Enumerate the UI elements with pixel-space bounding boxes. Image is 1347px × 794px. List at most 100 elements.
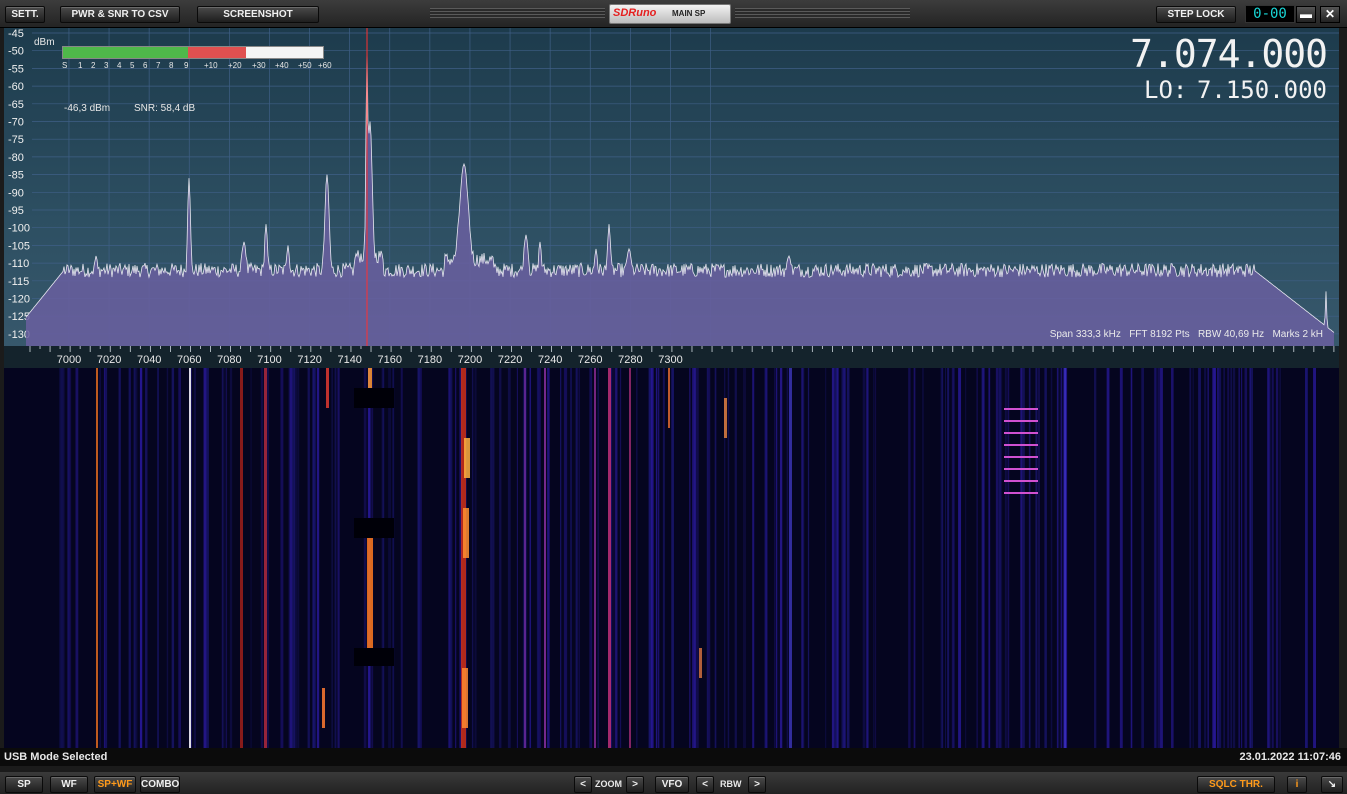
waterfall-noise bbox=[474, 368, 477, 748]
waterfall-signal bbox=[240, 368, 243, 748]
vfo-button[interactable]: VFO bbox=[655, 776, 689, 793]
spwf-mode-button[interactable]: SP+WF bbox=[94, 776, 136, 793]
smeter-bar bbox=[62, 46, 324, 59]
zoom-in-button[interactable]: > bbox=[626, 776, 644, 793]
waterfall-noise bbox=[334, 368, 337, 748]
wf-mode-button[interactable]: WF bbox=[50, 776, 88, 793]
waterfall-noise bbox=[636, 368, 638, 748]
waterfall-display[interactable] bbox=[4, 368, 1339, 748]
waterfall-noise bbox=[1275, 368, 1279, 748]
waterfall-signal bbox=[1064, 368, 1066, 748]
waterfall-noise bbox=[225, 368, 228, 748]
rbw-increase-button[interactable]: > bbox=[748, 776, 766, 793]
waterfall-noise bbox=[1238, 368, 1240, 748]
waterfall-noise bbox=[689, 368, 691, 748]
waterfall-noise bbox=[135, 368, 138, 748]
waterfall-noise bbox=[203, 368, 207, 748]
waterfall-noise bbox=[1028, 368, 1031, 748]
waterfall-noise bbox=[1227, 368, 1230, 748]
waterfall-noise bbox=[68, 368, 72, 748]
waterfall-signal bbox=[629, 368, 631, 748]
y-tick-label: -105 bbox=[8, 240, 30, 252]
waterfall-noise bbox=[388, 368, 392, 748]
waterfall-noise bbox=[831, 368, 835, 748]
sqlc-threshold-button[interactable]: SQLC THR. bbox=[1197, 776, 1275, 793]
marks-info: Marks 2 kH bbox=[1272, 329, 1323, 340]
waterfall-noise bbox=[1313, 368, 1317, 748]
spectrum-plot[interactable]: -45 -50 -55 -60 -65 -70 -75 -80 -85 -90 -95 -100 -10… bbox=[4, 28, 1339, 348]
step-display[interactable]: 0-00 bbox=[1245, 5, 1295, 23]
waterfall-noise bbox=[280, 368, 284, 748]
rbw-decrease-button[interactable]: < bbox=[696, 776, 714, 793]
screenshot-button[interactable]: SCREENSHOT bbox=[197, 6, 319, 23]
waterfall-noise bbox=[691, 368, 695, 748]
waterfall-noise bbox=[499, 368, 502, 748]
spectrum-display[interactable]: -45 -50 -55 -60 -65 -70 -75 -80 -85 -90 -95 -100 -10… bbox=[4, 28, 1339, 348]
waterfall-noise bbox=[1279, 368, 1282, 748]
minimize-icon[interactable]: ▬ bbox=[1296, 6, 1316, 23]
close-icon[interactable]: ✕ bbox=[1320, 6, 1340, 23]
waterfall-noise bbox=[1050, 368, 1053, 748]
waterfall-noise bbox=[206, 368, 209, 748]
x-tick-label: 7000 bbox=[57, 354, 81, 366]
waterfall-noise bbox=[734, 368, 737, 748]
waterfall-noise bbox=[316, 368, 320, 748]
waterfall-noise bbox=[1244, 368, 1248, 748]
waterfall-noise bbox=[619, 368, 622, 748]
pwr-snr-csv-button[interactable]: PWR & SNR TO CSV bbox=[60, 6, 180, 23]
zoom-out-button[interactable]: < bbox=[574, 776, 592, 793]
waterfall-noise bbox=[491, 368, 495, 748]
lo-frequency[interactable]: 7.150.000 bbox=[1197, 76, 1327, 104]
waterfall-noise bbox=[297, 368, 300, 748]
waterfall-noise bbox=[1214, 368, 1216, 748]
waterfall-noise bbox=[292, 368, 296, 748]
waterfall-noise bbox=[998, 368, 1001, 748]
waterfall-noise bbox=[1198, 368, 1201, 748]
waterfall-noise bbox=[775, 368, 777, 748]
combo-mode-button[interactable]: COMBO bbox=[140, 776, 180, 793]
waterfall-noise bbox=[118, 368, 121, 748]
y-tick-label: -55 bbox=[8, 63, 24, 75]
waterfall-noise bbox=[61, 368, 65, 748]
waterfall-noise bbox=[1004, 368, 1007, 748]
vfo-frequency[interactable]: 7.074.000 bbox=[1130, 32, 1328, 76]
smeter-label: +20 bbox=[228, 61, 242, 70]
step-lock-button[interactable]: STEP LOCK bbox=[1156, 6, 1236, 23]
waterfall-noise bbox=[612, 368, 614, 748]
waterfall-noise bbox=[958, 368, 962, 748]
waterfall-noise bbox=[615, 368, 618, 748]
waterfall-dash bbox=[1004, 456, 1038, 458]
snr-readout: SNR: 58,4 dB bbox=[134, 103, 196, 114]
waterfall-noise bbox=[171, 368, 175, 748]
smeter-red bbox=[188, 47, 246, 58]
x-tick-label: 7220 bbox=[498, 354, 522, 366]
waterfall-noise bbox=[289, 368, 293, 748]
waterfall-noise bbox=[331, 368, 334, 748]
waterfall-noise bbox=[696, 368, 699, 748]
waterfall-noise bbox=[267, 368, 269, 748]
waterfall-noise bbox=[1204, 368, 1207, 748]
resize-icon[interactable]: ↘ bbox=[1321, 776, 1343, 793]
x-tick-label: 7240 bbox=[538, 354, 562, 366]
smeter-label: +40 bbox=[275, 61, 289, 70]
waterfall-signal bbox=[724, 398, 727, 438]
frequency-axis[interactable]: 7000 7020 7040 7060 7080 7100 7120 7140 7160 7180… bbox=[4, 346, 1339, 368]
drag-grip-left[interactable] bbox=[430, 8, 605, 18]
waterfall-noise bbox=[575, 368, 578, 748]
waterfall-noise bbox=[976, 368, 978, 748]
waterfall-noise bbox=[1192, 368, 1194, 748]
waterfall-signal bbox=[326, 368, 329, 408]
waterfall-noise bbox=[539, 368, 541, 748]
fft-info: FFT 8192 Pts bbox=[1129, 329, 1190, 340]
info-button[interactable]: i bbox=[1287, 776, 1307, 793]
drag-grip-right[interactable] bbox=[735, 8, 910, 18]
x-tick-label: 7180 bbox=[418, 354, 442, 366]
waterfall-noise bbox=[913, 368, 916, 748]
smeter-label: 8 bbox=[169, 61, 174, 70]
waterfall-noise bbox=[875, 368, 877, 748]
sp-mode-button[interactable]: SP bbox=[5, 776, 43, 793]
settings-button[interactable]: SETT. bbox=[5, 6, 45, 23]
waterfall-dash bbox=[1004, 432, 1038, 434]
x-tick-label: 7080 bbox=[217, 354, 241, 366]
rbw-label: RBW bbox=[720, 779, 742, 789]
